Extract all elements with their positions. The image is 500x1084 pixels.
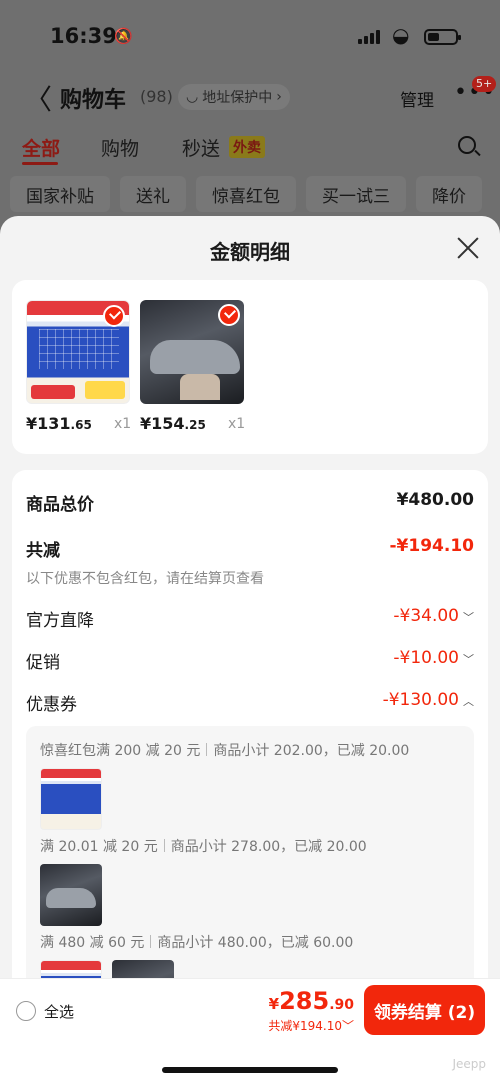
manage-button[interactable]: 管理: [400, 86, 434, 111]
page-title: 购物车: [60, 88, 127, 113]
chip-price-drop[interactable]: 降价: [416, 176, 482, 212]
tab-active-indicator: [22, 162, 58, 165]
item-price: ¥131.65: [26, 414, 92, 433]
wifi-icon: ◒: [392, 23, 410, 47]
cart-page-background: 16:39 🔕 ◒ 〈 购物车 (98) ◡ 地址保护中 › 管理 ••• 5+…: [0, 0, 500, 240]
row-promotion[interactable]: 促销 -¥10.00 ﹀: [26, 648, 474, 674]
chip-surprise-red-packet[interactable]: 惊喜红包: [196, 176, 296, 212]
amount-detail-sheet: 金额明细 ¥131.65 x1 ¥154.25 x1 商品总价 ¥480.00 …: [0, 216, 500, 1084]
watermark: Jeepp: [452, 1057, 486, 1071]
mute-bell-icon: 🔕: [114, 27, 133, 45]
chevron-down-icon: ﹀: [341, 1019, 354, 1033]
checkout-bar: 全选 ¥285.90 共减¥194.10﹀ 领券结算 (2) Jeepp: [0, 978, 500, 1084]
checked-icon[interactable]: [103, 305, 125, 327]
shield-icon: ◡: [186, 89, 199, 105]
total-amount: ¥285.90: [268, 987, 354, 1015]
filter-chips: 国家补贴 送礼 惊喜红包 买一试三 降价: [10, 176, 500, 212]
tab-instant-delivery[interactable]: 秒送: [182, 134, 220, 161]
chevron-up-icon: ︿: [463, 695, 474, 708]
item-price: ¥154.25: [140, 414, 206, 433]
discount-label: 共减: [26, 541, 60, 561]
discount-note: 以下优惠不包含红包，请在结算页查看: [26, 571, 264, 587]
chevron-right-icon: ›: [276, 89, 282, 105]
checked-icon[interactable]: [218, 304, 240, 326]
sheet-title: 金额明细: [210, 240, 290, 264]
chevron-down-icon: ﹀: [463, 653, 474, 666]
takeout-tag: 外卖: [229, 136, 265, 158]
select-all-radio[interactable]: [16, 1001, 36, 1021]
checkout-button[interactable]: 领券结算 (2): [364, 985, 485, 1035]
status-time: 16:39: [50, 24, 117, 48]
product-image-shoes: [140, 300, 244, 404]
chip-gift[interactable]: 送礼: [120, 176, 186, 212]
home-indicator: [162, 1067, 338, 1073]
coupon-line-2: 满 20.01 减 20 元商品小计 278.00，已减 20.00: [40, 839, 367, 855]
battery-icon: [424, 29, 461, 45]
row-official-discount[interactable]: 官方直降 -¥34.00 ﹀: [26, 606, 474, 632]
message-badge: 5+: [472, 76, 497, 92]
promotion-label: 促销: [26, 653, 60, 673]
select-all-label[interactable]: 全选: [44, 1001, 74, 1022]
search-icon[interactable]: [458, 136, 476, 154]
row-total-discount: 共减 -¥194.10: [26, 536, 474, 562]
total-price-value: ¥480.00: [396, 490, 474, 510]
discount-value: -¥194.10: [389, 536, 475, 556]
item-1[interactable]: ¥131.65 x1: [26, 300, 136, 433]
item-2[interactable]: ¥154.25 x1: [140, 300, 250, 433]
status-bar: 16:39 🔕 ◒: [0, 22, 500, 52]
official-discount-value: -¥34.00 ﹀: [393, 606, 474, 626]
official-discount-label: 官方直降: [26, 611, 94, 631]
item-quantity: x1: [228, 416, 246, 432]
chevron-down-icon: ﹀: [463, 611, 474, 624]
row-coupon[interactable]: 优惠券 -¥130.00 ︿: [26, 690, 474, 716]
selected-items-card: ¥131.65 x1 ¥154.25 x1: [12, 280, 488, 454]
chip-buy-one-try-three[interactable]: 买一试三: [306, 176, 406, 212]
back-icon[interactable]: 〈: [24, 78, 52, 118]
coupon-value: -¥130.00 ︿: [382, 690, 474, 710]
coupon-product-image-mattress: [40, 768, 102, 830]
coupon-line-1: 惊喜红包满 200 减 20 元商品小计 202.00，已减 20.00: [40, 743, 410, 759]
tab-shopping[interactable]: 购物: [101, 134, 139, 161]
product-image-mattress: [26, 300, 130, 404]
tab-all[interactable]: 全部: [22, 134, 60, 161]
item-quantity: x1: [114, 416, 132, 432]
tab-bar: 全部 购物 秒送 外卖: [0, 134, 500, 168]
total-price-label: 商品总价: [26, 495, 94, 515]
nav-bar: 〈 购物车 (98) ◡ 地址保护中 › 管理 ••• 5+: [0, 76, 500, 118]
promotion-value: -¥10.00 ﹀: [393, 648, 474, 668]
chip-national-subsidy[interactable]: 国家补贴: [10, 176, 110, 212]
row-total-price: 商品总价 ¥480.00: [26, 490, 474, 516]
coupon-line-3: 满 480 减 60 元商品小计 480.00，已减 60.00: [40, 935, 354, 951]
coupon-label: 优惠券: [26, 695, 77, 715]
saved-amount[interactable]: 共减¥194.10﹀: [268, 1017, 354, 1034]
coupon-product-image-shoes: [40, 864, 102, 926]
cart-count: (98): [140, 87, 173, 106]
cellular-signal-icon: [358, 30, 380, 44]
close-icon[interactable]: [456, 236, 480, 260]
address-protection-button[interactable]: ◡ 地址保护中 ›: [178, 84, 290, 110]
address-protection-label: 地址保护中: [202, 90, 273, 106]
